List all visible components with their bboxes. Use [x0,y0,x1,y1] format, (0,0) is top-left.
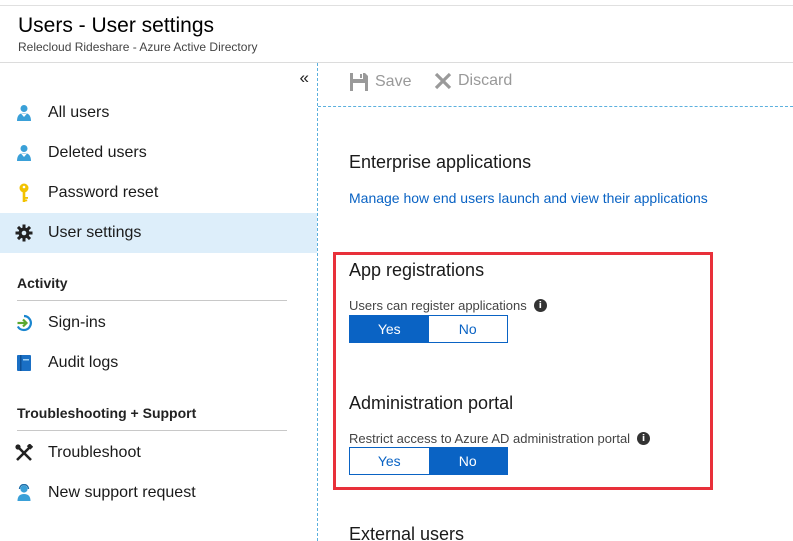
blade-header: Users - User settings Relecloud Rideshar… [0,6,793,62]
discard-button[interactable]: Discard [434,72,512,90]
sidebar-item-label: Sign-ins [48,314,106,331]
section-title-activity: Activity [17,275,68,291]
info-icon[interactable]: i [637,432,651,445]
close-icon [434,72,452,90]
command-bar-divider [318,106,793,107]
key-icon [0,183,48,203]
sidebar-item-sign-ins[interactable]: Sign-ins [0,303,317,343]
wrench-icon [0,444,48,462]
page-subtitle: Relecloud Rideshare - Azure Active Direc… [18,40,258,54]
blade-divider [317,63,318,541]
section-title-troubleshooting: Troubleshooting + Support [17,405,197,421]
register-apps-label: Users can register applications i [349,298,547,313]
external-users-heading: External users [349,524,465,541]
sidebar-item-label: All users [48,104,110,121]
sidebar-item-all-users[interactable]: All users [0,93,317,133]
save-button[interactable]: Save [349,72,411,92]
info-icon[interactable]: i [533,299,547,312]
register-apps-toggle[interactable]: Yes No [349,315,508,343]
user-icon [0,104,48,122]
restrict-admin-portal-label-text: Restrict access to Azure AD administrati… [349,431,631,446]
enterprise-apps-heading: Enterprise applications [349,152,532,172]
save-label: Save [375,73,412,90]
sidebar-item-password-reset[interactable]: Password reset [0,173,317,213]
sidebar: « All users Deleted users Password reset… [0,63,317,541]
section-divider [17,300,287,301]
discard-label: Discard [458,72,513,89]
admin-portal-heading: Administration portal [349,393,514,413]
sidebar-item-user-settings[interactable]: User settings [0,213,317,253]
manage-enterprise-apps-link[interactable]: Manage how end users launch and view the… [349,190,708,206]
save-icon [350,73,368,91]
sidebar-item-label: Password reset [48,184,159,201]
sidebar-item-deleted-users[interactable]: Deleted users [0,133,317,173]
support-person-icon [0,484,48,502]
audit-log-icon [0,354,48,372]
restrict-admin-portal-no-option[interactable]: No [428,448,507,474]
sidebar-item-label: Troubleshoot [48,444,141,461]
restrict-admin-portal-yes-option[interactable]: Yes [350,448,429,474]
register-apps-label-text: Users can register applications [349,298,527,313]
sidebar-item-label: User settings [48,224,142,241]
restrict-admin-portal-toggle[interactable]: Yes No [349,447,508,475]
page-title: Users - User settings [18,14,215,37]
user-icon [0,144,48,162]
restrict-admin-portal-label: Restrict access to Azure AD administrati… [349,431,651,446]
gear-icon [0,224,48,242]
register-apps-no-option[interactable]: No [428,316,507,342]
section-divider [17,430,287,431]
sign-in-icon [0,314,48,332]
sidebar-item-troubleshoot[interactable]: Troubleshoot [0,433,317,473]
command-bar: Save Discard [318,63,793,106]
app-registrations-heading: App registrations [349,260,485,280]
register-apps-yes-option[interactable]: Yes [350,316,429,342]
sidebar-item-new-support-request[interactable]: New support request [0,473,317,513]
collapse-sidebar-icon[interactable]: « [300,69,309,86]
sidebar-item-label: Audit logs [48,354,119,371]
sidebar-item-audit-logs[interactable]: Audit logs [0,343,317,383]
sidebar-item-label: New support request [48,484,196,501]
sidebar-item-label: Deleted users [48,144,147,161]
